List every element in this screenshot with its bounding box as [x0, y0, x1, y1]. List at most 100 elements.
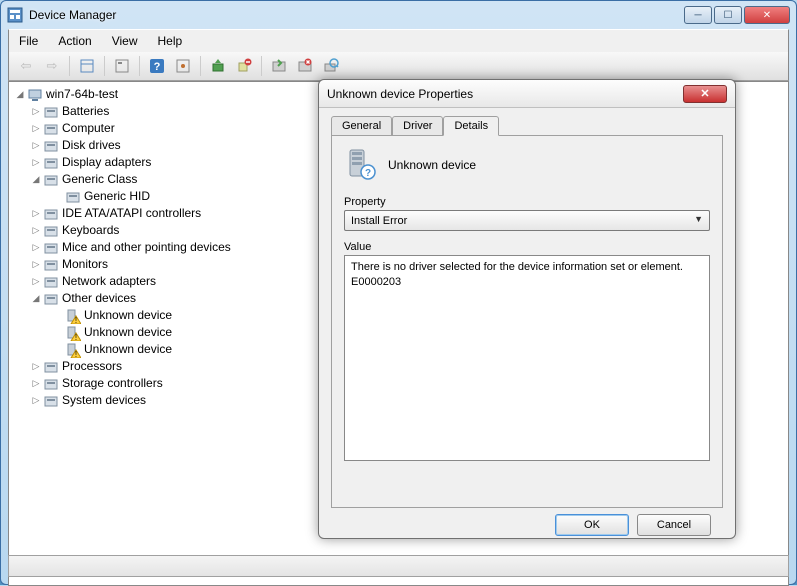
- tab-general[interactable]: General: [331, 116, 392, 135]
- menubar: File Action View Help: [8, 29, 789, 52]
- close-button[interactable]: ✕: [744, 6, 790, 24]
- back-button: ⇦: [15, 55, 37, 77]
- svg-text:?: ?: [365, 168, 371, 179]
- tree-item-label: Generic Class: [62, 171, 137, 188]
- ok-button[interactable]: OK: [555, 514, 629, 536]
- tree-item-label: Unknown device: [84, 307, 172, 324]
- tree-item-label: win7-64b-test: [46, 86, 118, 103]
- expander-icon[interactable]: ▷: [29, 358, 43, 375]
- minimize-button[interactable]: ─: [684, 6, 712, 24]
- dialog-titlebar[interactable]: Unknown device Properties ✕: [319, 80, 735, 108]
- expander-icon[interactable]: ▷: [29, 154, 43, 171]
- tab-driver[interactable]: Driver: [392, 116, 443, 135]
- expander-icon[interactable]: ▷: [29, 205, 43, 222]
- tree-item-label: IDE ATA/ATAPI controllers: [62, 205, 201, 222]
- tree-item-label: Batteries: [62, 103, 109, 120]
- device-category-icon: [43, 393, 59, 409]
- device-category-icon: [43, 121, 59, 137]
- scan-button[interactable]: [172, 55, 194, 77]
- tree-item-label: Monitors: [62, 256, 108, 273]
- value-label: Value: [344, 241, 710, 253]
- cancel-button[interactable]: Cancel: [637, 514, 711, 536]
- tree-item-label: Unknown device: [84, 324, 172, 341]
- update-driver-button[interactable]: [207, 55, 229, 77]
- scan-hardware-button[interactable]: [320, 55, 342, 77]
- svg-text:?: ?: [154, 61, 161, 73]
- expander-icon[interactable]: ▷: [29, 120, 43, 137]
- enable-button[interactable]: [268, 55, 290, 77]
- device-category-icon: [43, 257, 59, 273]
- toolbar: ⇦ ⇨ ?: [8, 52, 789, 81]
- expander-icon[interactable]: ▷: [29, 137, 43, 154]
- show-hidden-button[interactable]: [76, 55, 98, 77]
- tree-item-label: Keyboards: [62, 222, 119, 239]
- tree-item-label: Generic HID: [84, 188, 150, 205]
- device-category-icon: [43, 138, 59, 154]
- tab-details[interactable]: Details: [443, 116, 499, 136]
- device-category-icon: [43, 291, 59, 307]
- toolbar-separator: [200, 56, 201, 76]
- expander-icon[interactable]: ▷: [29, 273, 43, 290]
- tree-item-label: System devices: [62, 392, 146, 409]
- device-icon: ?: [344, 148, 378, 182]
- value-line: E0000203: [351, 275, 703, 290]
- property-combobox[interactable]: Install Error: [344, 210, 710, 231]
- value-line: There is no driver selected for the devi…: [351, 260, 703, 275]
- tree-item-label: Unknown device: [84, 341, 172, 358]
- expander-icon[interactable]: ▷: [29, 103, 43, 120]
- dialog-close-button[interactable]: ✕: [683, 85, 727, 103]
- device-category-icon: [65, 189, 81, 205]
- menu-file[interactable]: File: [15, 32, 42, 50]
- statusbar: [8, 555, 789, 577]
- toolbar-separator: [69, 56, 70, 76]
- expander-icon[interactable]: ◢: [29, 290, 43, 307]
- value-listbox[interactable]: There is no driver selected for the devi…: [344, 255, 710, 461]
- tree-item-label: Mice and other pointing devices: [62, 239, 231, 256]
- expander-icon[interactable]: ▷: [29, 239, 43, 256]
- tree-item-label: Computer: [62, 120, 115, 137]
- toolbar-separator: [261, 56, 262, 76]
- device-category-icon: [43, 223, 59, 239]
- menu-help[interactable]: Help: [154, 32, 187, 50]
- help-button[interactable]: ?: [146, 55, 168, 77]
- tab-row: General Driver Details: [331, 116, 723, 136]
- maximize-button[interactable]: ☐: [714, 6, 742, 24]
- uninstall-button[interactable]: [233, 55, 255, 77]
- svg-text:!: !: [75, 333, 77, 341]
- forward-button: ⇨: [41, 55, 63, 77]
- tree-item-label: Disk drives: [62, 137, 121, 154]
- device-category-icon: [43, 206, 59, 222]
- properties-dialog: Unknown device Properties ✕ General Driv…: [318, 79, 736, 539]
- titlebar[interactable]: Device Manager ─ ☐ ✕: [1, 1, 796, 29]
- dialog-title: Unknown device Properties: [327, 87, 683, 101]
- expander-icon[interactable]: ▷: [29, 392, 43, 409]
- expander-icon[interactable]: ▷: [29, 256, 43, 273]
- tree-item-label: Storage controllers: [62, 375, 163, 392]
- device-category-icon: [43, 359, 59, 375]
- expander-icon[interactable]: ◢: [13, 86, 27, 103]
- window-icon: [7, 7, 23, 23]
- device-category-icon: [43, 104, 59, 120]
- svg-text:!: !: [75, 316, 77, 324]
- details-panel: ? Unknown device Property Install Error …: [331, 136, 723, 508]
- menu-view[interactable]: View: [108, 32, 142, 50]
- property-selected: Install Error: [351, 215, 407, 227]
- expander-icon[interactable]: ▷: [29, 375, 43, 392]
- tree-item-label: Other devices: [62, 290, 136, 307]
- properties-button[interactable]: [111, 55, 133, 77]
- device-category-icon: !: [65, 308, 81, 324]
- tree-item-label: Network adapters: [62, 273, 156, 290]
- device-category-icon: [43, 240, 59, 256]
- expander-icon[interactable]: ▷: [29, 222, 43, 239]
- menu-action[interactable]: Action: [54, 32, 95, 50]
- window-title: Device Manager: [29, 8, 682, 22]
- device-category-icon: [27, 87, 43, 103]
- device-manager-window: Device Manager ─ ☐ ✕ File Action View He…: [0, 0, 797, 585]
- toolbar-separator: [139, 56, 140, 76]
- svg-text:!: !: [75, 350, 77, 358]
- device-category-icon: [43, 376, 59, 392]
- disable-button[interactable]: [294, 55, 316, 77]
- expander-icon[interactable]: ◢: [29, 171, 43, 188]
- toolbar-separator: [104, 56, 105, 76]
- device-category-icon: [43, 172, 59, 188]
